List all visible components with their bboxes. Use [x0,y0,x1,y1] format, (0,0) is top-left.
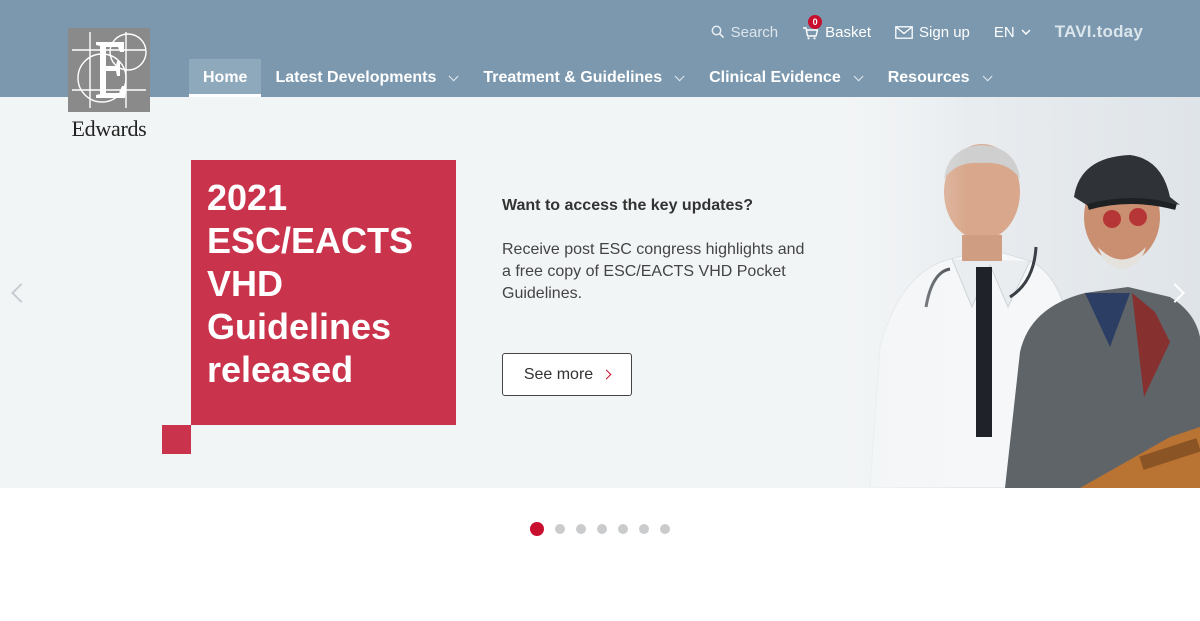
hero-photo [840,97,1200,488]
logo-wordmark: Edwards [71,116,147,141]
signup-link[interactable]: Sign up [895,24,970,41]
hero-description: Receive post ESC congress highlights and… [502,241,805,302]
hero-carousel: 2021 ESC/EACTS VHD Guidelines released W… [0,97,1200,488]
nav-item-treatment-guidelines[interactable]: Treatment & Guidelines [469,59,695,97]
nav-item-home[interactable]: Home [189,59,262,97]
decorative-square [162,425,191,454]
hero-title-box: 2021 ESC/EACTS VHD Guidelines released [191,160,456,425]
nav-item-label: Clinical Evidence [709,69,841,86]
edwards-logo[interactable]: Edwards [66,28,152,142]
logo-emblem [68,28,150,112]
nav-item-label: Treatment & Guidelines [483,69,663,86]
basket-label: Basket [825,23,872,41]
carousel-dot[interactable] [576,524,586,534]
carousel-dot[interactable] [618,524,628,534]
chevron-down-icon [674,70,685,81]
carousel-prev-arrow[interactable] [11,283,31,303]
hero-question: Want to access the key updates? [502,197,754,214]
nav-item-label: Home [203,69,248,86]
carousel-dot[interactable] [597,524,607,534]
chevron-down-icon [853,70,864,81]
search-button[interactable]: Search [711,23,779,41]
nav-item-label: Latest Developments [275,69,437,86]
hero-title: 2021 ESC/EACTS VHD Guidelines released [207,177,414,390]
see-more-label: See more [523,365,594,383]
nav-item-label: Resources [887,69,970,86]
search-label: Search [730,23,779,41]
nav-item-clinical-evidence[interactable]: Clinical Evidence [695,59,874,97]
chevron-down-icon [982,70,993,81]
search-icon [711,25,724,39]
chevron-down-icon [1021,29,1031,35]
hero-copy: Want to access the key updates? Receive … [502,197,812,305]
main-nav: Home Latest Developments Treatment & Gui… [189,59,1003,97]
basket-button[interactable]: 0 Basket [802,14,872,41]
utility-bar: Search 0 Basket Sign up EN TAVI.today [687,14,1143,44]
carousel-dots [0,522,1200,536]
chevron-right-icon [601,369,612,380]
carousel-dot[interactable] [530,522,544,536]
mail-icon [895,25,913,39]
site-brand-link[interactable]: TAVI.today [1055,22,1143,42]
see-more-button[interactable]: See more [502,353,632,396]
chevron-down-icon [449,70,459,81]
carousel-dot[interactable] [555,524,565,534]
basket-count-badge: 0 [808,14,823,29]
site-header: Search 0 Basket Sign up EN TAVI.today Ho… [0,0,1200,97]
nav-item-resources[interactable]: Resources [874,59,1003,97]
carousel-dot[interactable] [660,524,670,534]
carousel-dot[interactable] [639,524,649,534]
signup-label: Sign up [919,23,970,41]
language-label: EN [993,23,1015,41]
logo-emblem-graphic [72,32,147,108]
nav-item-latest-developments[interactable]: Latest Developments [261,59,469,97]
language-selector[interactable]: EN [994,24,1031,41]
